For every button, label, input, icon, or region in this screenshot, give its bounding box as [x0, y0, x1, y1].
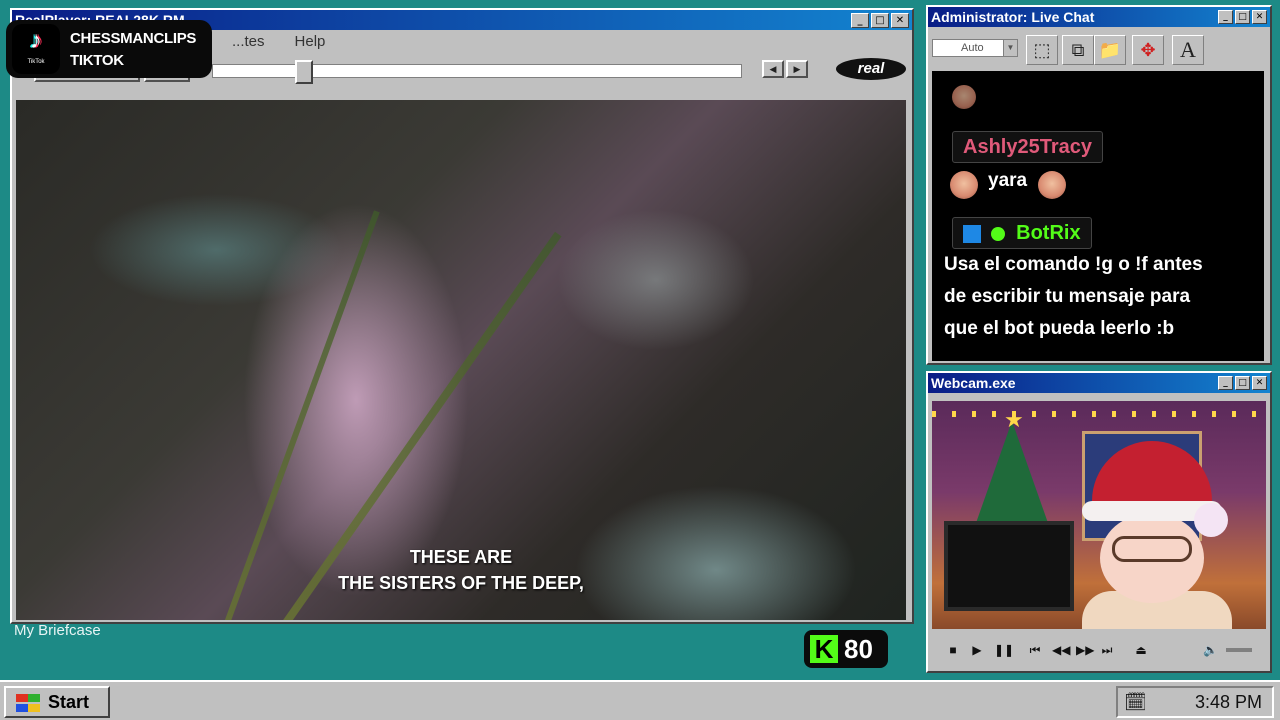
scheduler-icon[interactable]: 🗓	[1124, 690, 1154, 714]
skip-forward-icon[interactable]: ⏭	[1100, 643, 1114, 658]
stop-icon[interactable]: ■	[946, 643, 960, 657]
real-logo: real	[836, 58, 906, 80]
star-icon: ★	[1004, 407, 1024, 432]
emote-icon	[952, 85, 976, 109]
monitor-icon	[944, 521, 1074, 611]
maximize-button[interactable]: □	[871, 12, 889, 28]
live-chat-window: Administrator: Live Chat _ □ ✕ Auto ▼ ⬚ …	[926, 5, 1272, 365]
volume-icon[interactable]: 🔈	[1203, 643, 1218, 657]
emote-icon	[1038, 171, 1066, 199]
font-icon[interactable]: A	[1172, 35, 1204, 65]
kick-logo-icon: K	[810, 635, 838, 663]
menu-item-favorites[interactable]: ...tes	[232, 33, 265, 50]
tiktok-watermark: ♪ TikTok CHESSMANCLIPS TIKTOK	[6, 20, 212, 78]
webcam-titlebar[interactable]: Webcam.exe _ □ ✕	[928, 373, 1270, 393]
viewer-count: 80	[844, 633, 873, 664]
menu-item-help[interactable]: Help	[295, 33, 326, 50]
pause-icon[interactable]: ❚❚	[994, 643, 1014, 657]
tiktok-handle: CHESSMANCLIPS	[70, 30, 197, 47]
emote-icon	[950, 171, 978, 199]
chat-title: Administrator: Live Chat	[931, 9, 1095, 25]
webcam-window: Webcam.exe _ □ ✕ ★ ■ ▶ ❚❚ ⏮ ◀◀ ▶▶ ⏭ ⏏ 🔈	[926, 371, 1272, 673]
start-button[interactable]: Start	[4, 686, 110, 718]
clock[interactable]: 3:48 PM	[1195, 692, 1262, 713]
minimize-button[interactable]: _	[1218, 376, 1233, 390]
webcam-title: Webcam.exe	[931, 375, 1016, 391]
string-lights	[932, 411, 1266, 417]
forward-icon[interactable]: ▶▶	[1076, 643, 1094, 657]
minimize-button[interactable]: _	[1218, 10, 1233, 24]
webcam-image: ★	[932, 401, 1266, 629]
close-button[interactable]: ✕	[891, 12, 909, 28]
video-subtitle: THESE ARE THE SISTERS OF THE DEEP,	[16, 544, 906, 596]
verified-icon	[990, 226, 1005, 241]
maximize-button[interactable]: □	[1235, 10, 1250, 24]
skip-back-icon[interactable]: ⏮	[1028, 643, 1042, 658]
chat-message-text: yara	[988, 170, 1028, 191]
windows-logo-icon	[12, 693, 40, 713]
folder-icon[interactable]: 📁	[1094, 35, 1126, 65]
tiktok-logo-icon: ♪ TikTok	[12, 24, 60, 74]
close-button[interactable]: ✕	[1252, 10, 1267, 24]
chat-username: Ashly25Tracy	[952, 131, 1103, 163]
copy-icon[interactable]: ⧉	[1062, 35, 1094, 65]
seek-bar[interactable]	[212, 60, 742, 84]
taskbar: Start 🗓 3:48 PM	[0, 680, 1280, 720]
kick-viewer-badge: K 80	[804, 630, 888, 668]
webcam-media-controls: ■ ▶ ❚❚ ⏮ ◀◀ ▶▶ ⏭ ⏏ 🔈	[932, 635, 1266, 665]
chat-messages[interactable]: Ashly25Tracy yara BotRix Usa el comando …	[932, 71, 1264, 361]
rewind-button[interactable]: ◀	[762, 60, 784, 78]
play-icon[interactable]: ▶	[970, 643, 984, 657]
minimize-button[interactable]: _	[851, 12, 869, 28]
font-size-combo[interactable]: Auto ▼	[932, 39, 1018, 57]
move-icon[interactable]: ✥	[1132, 35, 1164, 65]
chevron-down-icon[interactable]: ▼	[1003, 40, 1017, 56]
tiktok-platform: TIKTOK	[70, 52, 124, 69]
subtitle-line-2: THE SISTERS OF THE DEEP,	[338, 573, 584, 593]
chat-toolbar: Auto ▼ ⬚ ⧉ 📁 ✥ A	[928, 27, 1270, 71]
system-tray: 🗓 3:48 PM	[1116, 686, 1274, 718]
realplayer-window: RealPlayer: REAL28K.RM _ □ ✕ ...tes Help…	[10, 8, 914, 624]
rewind-icon[interactable]: ◀◀	[1052, 643, 1070, 657]
chat-username: BotRix	[952, 217, 1092, 249]
avatar-glasses	[1112, 536, 1192, 562]
select-icon[interactable]: ⬚	[1026, 35, 1058, 65]
santa-hat-pompom	[1194, 503, 1228, 537]
chat-titlebar[interactable]: Administrator: Live Chat _ □ ✕	[928, 7, 1270, 27]
seek-thumb[interactable]	[294, 60, 313, 84]
volume-slider[interactable]	[1226, 648, 1252, 652]
desktop-icon-my-briefcase[interactable]: My Briefcase	[14, 622, 101, 639]
bot-badge-icon	[963, 224, 981, 243]
fast-forward-button[interactable]: ▶	[786, 60, 808, 78]
maximize-button[interactable]: □	[1235, 376, 1250, 390]
video-area[interactable]: THESE ARE THE SISTERS OF THE DEEP,	[16, 100, 906, 620]
close-button[interactable]: ✕	[1252, 376, 1267, 390]
subtitle-line-1: THESE ARE	[409, 547, 513, 567]
chat-message-text: Usa el comando !g o !f antes de escribir…	[944, 254, 1203, 339]
eject-icon[interactable]: ⏏	[1134, 643, 1148, 657]
